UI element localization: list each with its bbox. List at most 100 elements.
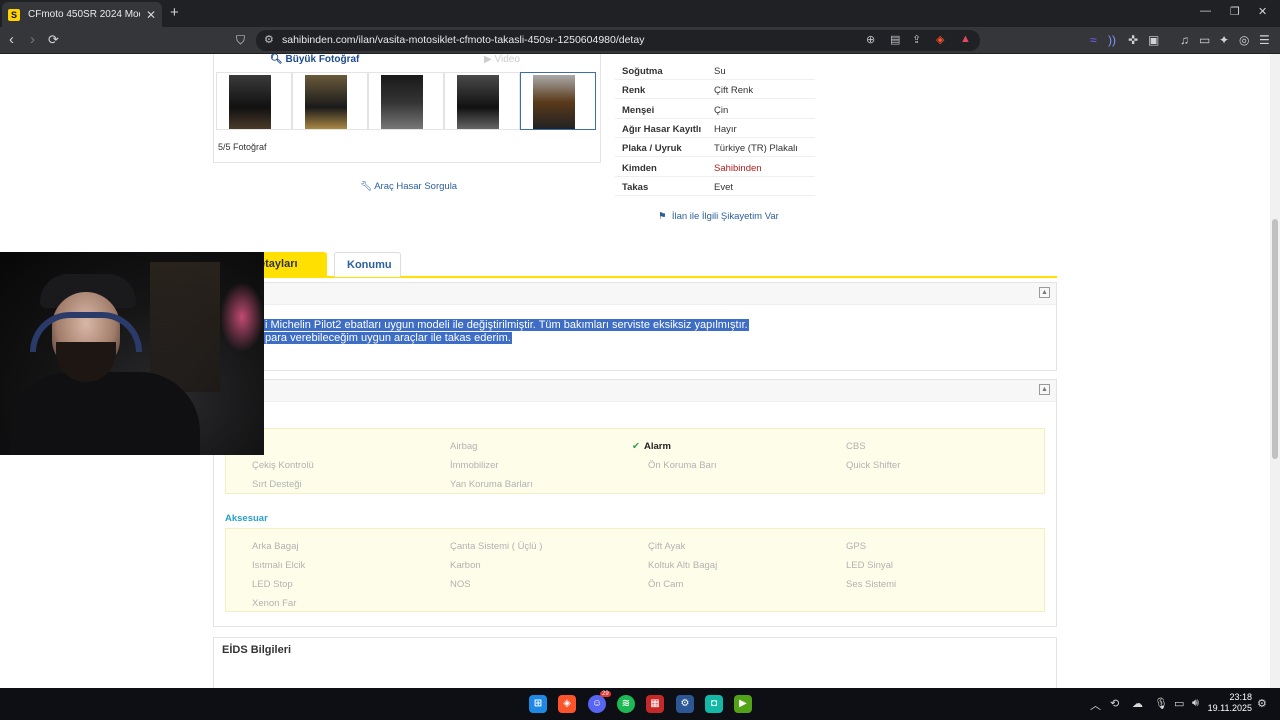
accessory-title: Aksesuar (225, 513, 268, 524)
feature-item: Quick Shifter (846, 460, 900, 471)
clock-time: 23:18 (1229, 692, 1252, 702)
close-window-button[interactable]: ✕ (1258, 5, 1267, 18)
url-text: sahibinden.com/ilan/vasita-motosiklet-cf… (282, 34, 645, 46)
complaint-link[interactable]: ⚑ İlan ile İlgili Şikayetim Var (658, 211, 779, 222)
check-icon: ✔ (632, 441, 640, 452)
feature-item: NOS (450, 579, 471, 590)
spec-value: Hayır (714, 123, 737, 135)
spec-key: Soğutma (622, 66, 663, 77)
settings-app-icon[interactable]: ⚙ (676, 695, 694, 713)
app-icon[interactable]: ▦ (646, 695, 664, 713)
clock[interactable]: 23:18 19.11.2025 (1208, 692, 1252, 714)
description-line-2: para verebileceğim uygun araçlar ile tak… (264, 332, 512, 344)
brave-rewards-icon[interactable]: ▲ (960, 33, 971, 45)
safety-features: SAirbag✔AlarmCBSÇekiş Kontrolüİmmobilize… (225, 428, 1045, 494)
share-icon[interactable]: ⇪ (912, 33, 921, 46)
spec-row: Kimden Sahibinden (615, 158, 815, 177)
discord-icon[interactable]: ☺ (588, 695, 606, 713)
feature-label: LED Stop (252, 579, 293, 590)
address-bar[interactable]: ⚙ sahibinden.com/ilan/vasita-motosiklet-… (256, 30, 980, 51)
video-link[interactable]: ▶ Video (484, 54, 520, 65)
volume-icon[interactable]: 🔊︎ (1192, 697, 1199, 710)
menu-icon[interactable]: ☰ (1259, 33, 1270, 47)
feature-item: LED Sinyal (846, 560, 893, 571)
feature-item: Ön Cam (648, 579, 683, 590)
ai-sparkle-icon[interactable]: ✦ (1219, 33, 1229, 47)
thumbnail-3[interactable] (368, 72, 444, 130)
tab-details[interactable]: etayları (253, 252, 327, 277)
notification-icon[interactable]: ⚙ (1257, 697, 1267, 710)
feature-label: Çift Ayak (648, 541, 686, 552)
streaming-app-icon[interactable]: ▶ (734, 695, 752, 713)
feature-item: Ön Koruma Barı (648, 460, 717, 471)
damage-query-label: Araç Hasar Sorgula (374, 181, 458, 192)
tray-overflow-icon[interactable]: ︿ (1090, 697, 1101, 713)
big-photo-link[interactable]: 🔍︎ Büyük Fotoğraf (270, 54, 359, 65)
damage-query-link[interactable]: 🔧︎ Araç Hasar Sorgula (360, 181, 457, 192)
features-panel: er ▲ SAirbag✔AlarmCBSÇekiş Kontrolüİmmob… (213, 379, 1057, 627)
bookmark-icon[interactable]: ⛉ (236, 31, 245, 49)
feature-label: Karbon (450, 560, 481, 571)
microphone-icon[interactable]: 🎙︎ (1154, 697, 1168, 710)
collapse-icon[interactable]: ▲ (1039, 287, 1050, 298)
reader-icon[interactable]: ▤ (890, 33, 900, 46)
feature-item: Karbon (450, 560, 481, 571)
sidebar-icon[interactable]: ▣ (1148, 33, 1159, 47)
big-photo-label: Büyük Fotoğraf (285, 54, 360, 65)
reload-icon[interactable]: ⟳ (48, 31, 59, 49)
cloud-icon[interactable]: ☁ (1132, 697, 1143, 710)
tab-close-icon[interactable]: ✕ (146, 8, 156, 22)
android-app-icon[interactable]: ◘ (705, 695, 723, 713)
flag-icon: ⚑ (658, 211, 667, 222)
feature-item: Sırt Desteği (252, 479, 302, 490)
eids-title: EİDS Bilgileri (222, 644, 292, 656)
thumbnail-4[interactable] (444, 72, 520, 130)
page-scrollbar[interactable] (1270, 54, 1280, 688)
forward-icon[interactable]: › (30, 31, 35, 49)
feature-item: Arka Bagaj (252, 541, 298, 552)
leo-ai-icon[interactable]: ≈ (1090, 33, 1097, 47)
spec-value: Sahibinden (714, 162, 762, 174)
spec-row: Plaka / Uyruk Türkiye (TR) Plakalı (615, 138, 815, 158)
collapse-icon[interactable]: ▲ (1039, 384, 1050, 395)
thumbnail-5[interactable] (520, 72, 596, 130)
feature-label: NOS (450, 579, 471, 590)
sahibinden-favicon-icon: S (8, 8, 20, 21)
magnifier-icon: 🔍︎ (270, 54, 283, 65)
maximize-button[interactable]: ❐ (1230, 5, 1240, 18)
feature-item: CBS (846, 441, 866, 452)
tab-location[interactable]: Konumu (334, 252, 401, 277)
spotify-icon[interactable]: ≋ (617, 695, 635, 713)
feature-item: ✔ Alarm (632, 441, 671, 452)
spec-value: Çift Renk (714, 85, 754, 97)
spec-value: Su (714, 66, 726, 77)
browser-tab[interactable]: S CFmoto 450SR 2024 Model Spor ✕ (2, 2, 162, 27)
minimize-button[interactable]: — (1200, 5, 1211, 17)
start-icon[interactable]: ⊞ (529, 695, 547, 713)
spec-value: Çin (714, 104, 729, 116)
media-icon[interactable]: ♫ (1180, 33, 1189, 47)
feature-label: Ön Cam (648, 579, 684, 590)
vpn-shield-icon[interactable]: ◎ (1239, 33, 1249, 47)
brave-browser-icon[interactable]: ◈ (558, 695, 576, 713)
speech-icon[interactable]: )) (1108, 33, 1116, 47)
thumbnail-1[interactable] (216, 72, 292, 130)
spec-value: Evet (714, 181, 734, 193)
feature-label: GPS (846, 541, 867, 552)
zoom-icon[interactable]: ⊕ (866, 33, 875, 46)
feature-label: Isıtmalı Elcik (252, 560, 306, 571)
browser-tab-bar: S CFmoto 450SR 2024 Model Spor ✕ + — ❐ ✕ (0, 0, 1280, 27)
sync-icon[interactable]: ⟲ (1110, 697, 1119, 710)
tab-title: CFmoto 450SR 2024 Model Spor (28, 9, 140, 20)
brave-shields-icon[interactable]: ◈ (936, 33, 944, 46)
feature-item: Ses Sistemi (846, 579, 896, 590)
wallet-icon[interactable]: ▭ (1199, 33, 1210, 47)
extensions-icon[interactable]: ✜ (1128, 33, 1138, 47)
site-info-icon[interactable]: ⚙ (264, 33, 274, 46)
spec-row: Soğutma Su (615, 61, 815, 80)
network-icon[interactable]: ▭ (1174, 697, 1184, 710)
back-icon[interactable]: ‹ (9, 31, 14, 49)
thumbnail-2[interactable] (292, 72, 368, 130)
scroll-thumb[interactable] (1272, 219, 1278, 459)
new-tab-button[interactable]: + (170, 4, 179, 21)
